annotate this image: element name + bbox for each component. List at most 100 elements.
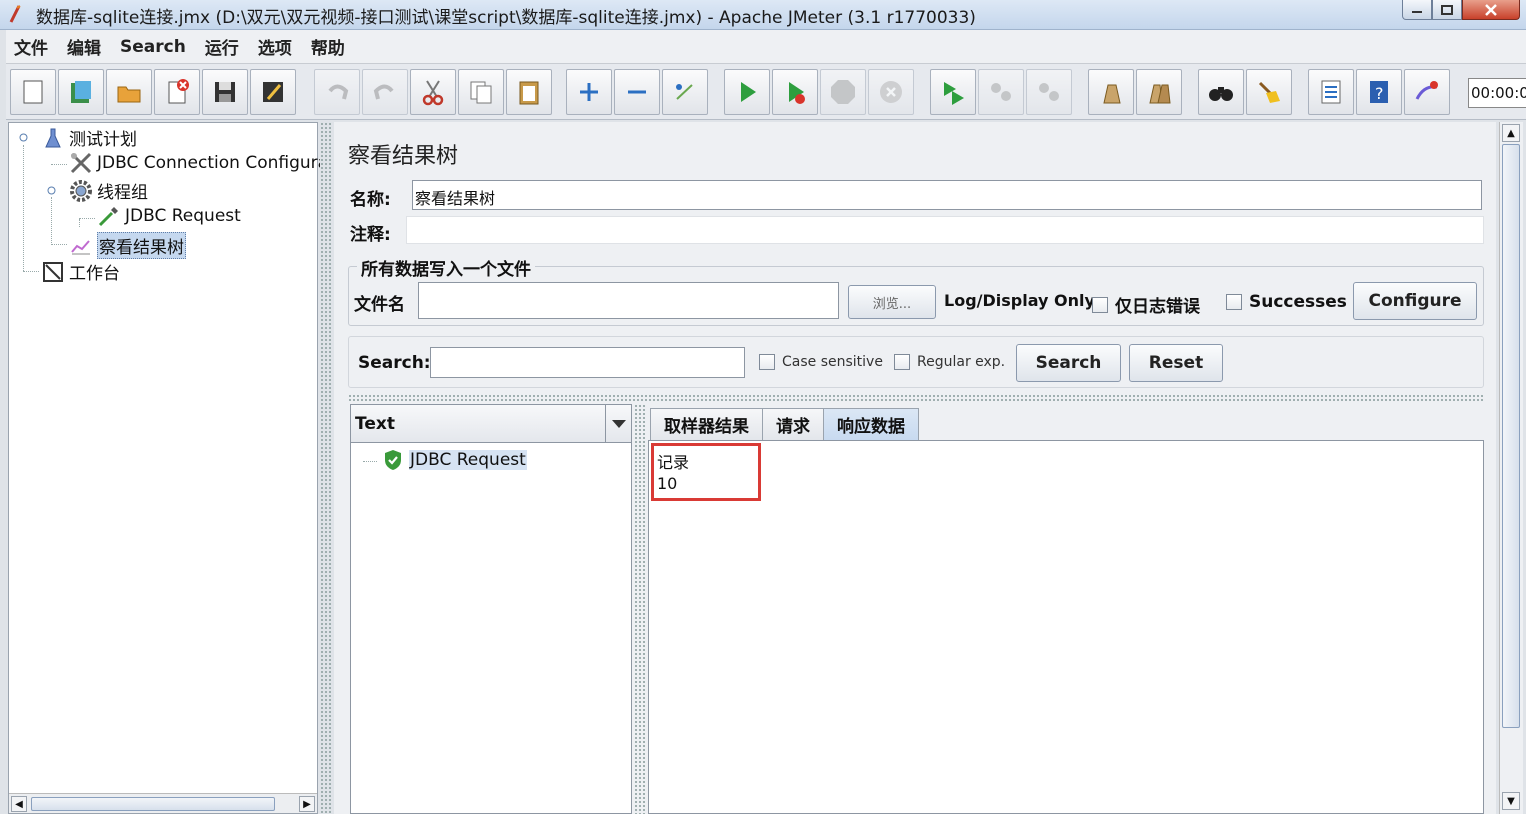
tree-node-thread-group[interactable]: 线程组 bbox=[69, 178, 148, 203]
close-file-button[interactable] bbox=[154, 69, 200, 115]
tree-node-jdbc-config[interactable]: JDBC Connection Configura bbox=[69, 151, 328, 175]
menu-search[interactable]: Search bbox=[120, 37, 186, 57]
binoculars-icon bbox=[1209, 87, 1233, 101]
maximize-button[interactable] bbox=[1432, 0, 1462, 20]
new-button[interactable] bbox=[10, 69, 56, 115]
elapsed-timer: 00:00:0 bbox=[1468, 78, 1526, 108]
tree-node-jdbc-request[interactable]: JDBC Request bbox=[97, 204, 241, 228]
scroll-up-arrow-icon[interactable]: ▲ bbox=[1502, 124, 1520, 142]
save-as-button[interactable] bbox=[250, 69, 296, 115]
successes-checkbox[interactable]: Successes bbox=[1226, 292, 1347, 312]
main-vertical-scrollbar[interactable]: ▲ ▼ bbox=[1499, 122, 1523, 814]
results-detail-splitter[interactable] bbox=[634, 404, 646, 814]
reset-search-button[interactable] bbox=[1246, 69, 1292, 115]
tab-request[interactable]: 请求 bbox=[762, 408, 824, 440]
scroll-left-arrow-icon[interactable]: ◀ bbox=[11, 796, 27, 812]
name-input[interactable]: 察看结果树 bbox=[412, 180, 1482, 210]
tree-node-test-plan[interactable]: 测试计划 bbox=[41, 125, 137, 150]
search-button[interactable] bbox=[1198, 69, 1244, 115]
remote-start-icon bbox=[944, 82, 964, 105]
templates-icon bbox=[71, 81, 91, 103]
function-helper-button[interactable] bbox=[1308, 69, 1354, 115]
new-icon bbox=[23, 80, 43, 104]
start-button[interactable] bbox=[724, 69, 770, 115]
close-window-button[interactable] bbox=[1462, 0, 1520, 20]
result-item[interactable]: JDBC Request bbox=[381, 448, 527, 472]
errors-only-checkbox[interactable]: 仅日志错误 bbox=[1092, 292, 1200, 317]
regex-checkbox[interactable]: Regular exp. bbox=[894, 354, 1005, 370]
expand-toggle-icon[interactable] bbox=[47, 186, 56, 195]
tree-connector bbox=[51, 164, 67, 165]
menu-help[interactable]: 帮助 bbox=[311, 34, 345, 59]
collapse-all-button[interactable] bbox=[614, 69, 660, 115]
list-icon bbox=[1321, 80, 1341, 104]
write-to-file-legend: 所有数据写入一个文件 bbox=[357, 255, 535, 280]
clear-button[interactable] bbox=[1088, 69, 1134, 115]
menu-options[interactable]: 选项 bbox=[258, 34, 292, 59]
cut-button[interactable] bbox=[410, 69, 456, 115]
search-input[interactable] bbox=[430, 347, 745, 378]
expand-toggle-icon[interactable] bbox=[19, 133, 28, 142]
scroll-thumb[interactable] bbox=[31, 797, 275, 811]
filename-input[interactable] bbox=[418, 282, 839, 319]
tree-node-view-results-tree[interactable]: 察看结果树 bbox=[69, 232, 186, 259]
save-button[interactable] bbox=[202, 69, 248, 115]
copy-button[interactable] bbox=[458, 69, 504, 115]
menu-run[interactable]: 运行 bbox=[205, 34, 239, 59]
scroll-thumb[interactable] bbox=[1502, 144, 1520, 728]
log-viewer-button[interactable] bbox=[1404, 69, 1450, 115]
save-as-icon bbox=[263, 82, 283, 102]
response-data-view[interactable]: 记录 10 bbox=[648, 440, 1484, 814]
reset-button[interactable]: Reset bbox=[1129, 344, 1223, 382]
remote-exit-icon bbox=[1039, 83, 1059, 101]
redo-button[interactable] bbox=[362, 69, 408, 115]
filename-label: 文件名 bbox=[354, 295, 405, 315]
chevron-down-icon[interactable] bbox=[605, 405, 631, 442]
menu-edit[interactable]: 编辑 bbox=[67, 34, 101, 59]
case-sensitive-checkbox[interactable]: Case sensitive bbox=[759, 354, 883, 370]
toggle-button[interactable] bbox=[662, 69, 708, 115]
tab-response-data[interactable]: 响应数据 bbox=[823, 408, 919, 440]
configure-button[interactable]: Configure bbox=[1353, 282, 1477, 320]
remote-exit-button[interactable] bbox=[1026, 69, 1072, 115]
redo-icon bbox=[373, 84, 394, 100]
menu-file[interactable]: 文件 bbox=[14, 34, 48, 59]
checkbox-box[interactable] bbox=[894, 354, 910, 370]
expand-all-button[interactable] bbox=[566, 69, 612, 115]
scroll-right-arrow-icon[interactable]: ▶ bbox=[299, 796, 315, 812]
start-no-timers-button[interactable] bbox=[772, 69, 818, 115]
paste-button[interactable] bbox=[506, 69, 552, 115]
wrench-icon bbox=[69, 151, 93, 175]
tab-sampler-result[interactable]: 取样器结果 bbox=[650, 408, 763, 440]
search-submit-button[interactable]: Search bbox=[1016, 344, 1121, 382]
tree-horizontal-scrollbar[interactable]: ◀ ▶ bbox=[9, 793, 317, 813]
checkbox-box[interactable] bbox=[1226, 294, 1242, 310]
undo-button[interactable] bbox=[314, 69, 360, 115]
checkbox-box[interactable] bbox=[759, 354, 775, 370]
tree-splitter[interactable] bbox=[320, 122, 332, 814]
minimize-button[interactable] bbox=[1402, 0, 1432, 20]
templates-button[interactable] bbox=[58, 69, 104, 115]
tree-node-workbench[interactable]: 工作台 bbox=[41, 259, 120, 284]
remote-stop-button[interactable] bbox=[978, 69, 1024, 115]
workbench-icon bbox=[41, 260, 65, 284]
remote-start-button[interactable] bbox=[930, 69, 976, 115]
results-splitter[interactable] bbox=[348, 394, 1484, 402]
browse-button[interactable]: 浏览... bbox=[848, 285, 936, 319]
shutdown-button[interactable] bbox=[868, 69, 914, 115]
search-label: Search: bbox=[358, 353, 431, 373]
renderer-select[interactable]: Text bbox=[351, 405, 631, 443]
minimize-icon bbox=[1412, 10, 1422, 13]
paste-icon bbox=[519, 81, 539, 105]
help-button[interactable]: ? bbox=[1356, 69, 1402, 115]
comment-input[interactable] bbox=[406, 216, 1484, 244]
stop-button[interactable] bbox=[820, 69, 866, 115]
clear-all-button[interactable] bbox=[1136, 69, 1182, 115]
checkbox-box[interactable] bbox=[1092, 296, 1108, 313]
scroll-down-arrow-icon[interactable]: ▼ bbox=[1502, 792, 1520, 810]
clear-all-icon bbox=[1149, 84, 1171, 104]
cut-icon bbox=[422, 80, 444, 106]
pipette-icon bbox=[97, 204, 121, 228]
open-button[interactable] bbox=[106, 69, 152, 115]
broom-icon bbox=[1258, 81, 1280, 103]
